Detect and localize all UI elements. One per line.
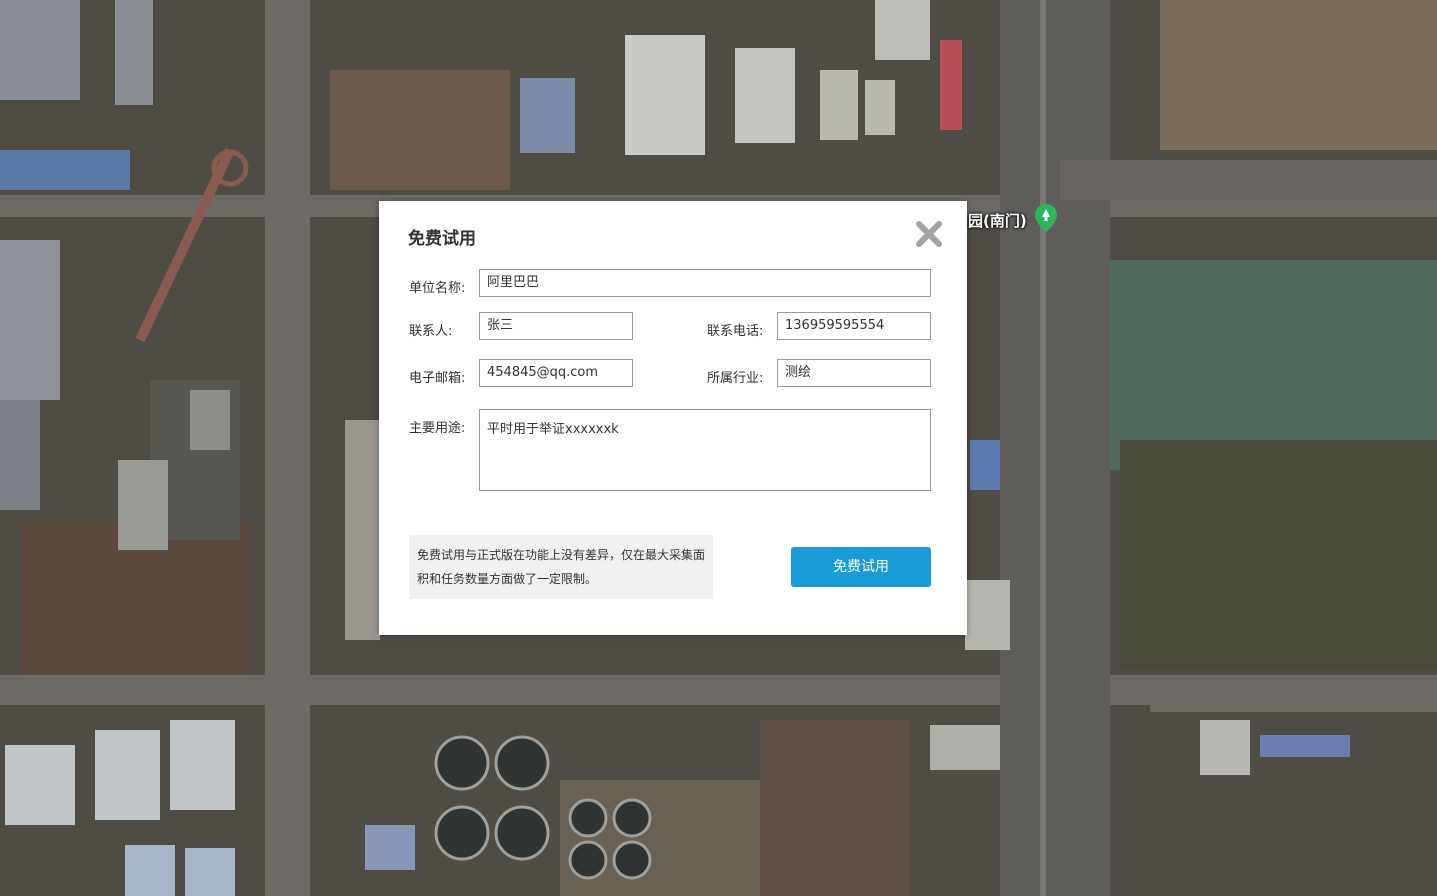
industry-input[interactable]: 测绘 — [777, 359, 931, 387]
email-label: 电子邮箱: — [409, 371, 466, 386]
contact-input[interactable]: 张三 — [479, 312, 633, 340]
purpose-label: 主要用途: — [409, 421, 466, 436]
trial-notice: 免费试用与正式版在功能上没有差异，仅在最大采集面积和任务数量方面做了一定限制。 — [409, 535, 713, 599]
dialog-title: 免费试用 — [408, 229, 476, 249]
free-trial-dialog: 免费试用 单位名称: 阿里巴巴 联系人: 张三 联系电话: 1369595955… — [379, 201, 967, 635]
free-trial-submit-button[interactable]: 免费试用 — [791, 547, 931, 587]
email-input[interactable]: 454845@qq.com — [479, 359, 633, 387]
poi-label[interactable]: 园(南门) — [968, 210, 1027, 231]
industry-label: 所属行业: — [707, 371, 764, 386]
contact-label: 联系人: — [409, 324, 453, 339]
park-pin-icon[interactable] — [1035, 204, 1057, 232]
company-label: 单位名称: — [409, 281, 466, 296]
purpose-textarea[interactable]: 平时用于举证xxxxxxk — [479, 409, 931, 491]
close-icon[interactable] — [914, 219, 944, 249]
company-input[interactable]: 阿里巴巴 — [479, 269, 931, 297]
phone-input[interactable]: 136959595554 — [777, 312, 931, 340]
phone-label: 联系电话: — [707, 324, 764, 339]
